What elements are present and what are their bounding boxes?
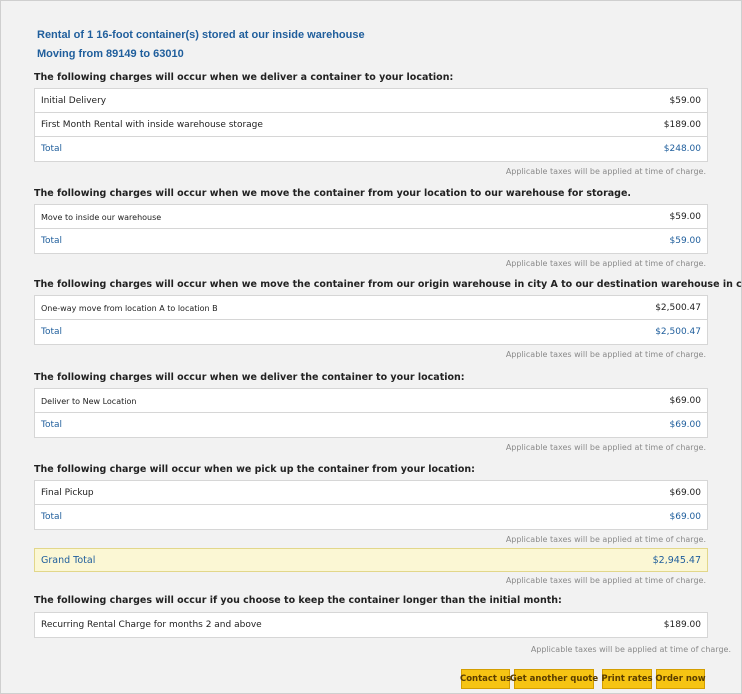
total-row: Total $59.00 — [35, 229, 707, 253]
charge-label: Deliver to New Location — [41, 397, 137, 406]
total-amount: $69.00 — [669, 512, 702, 522]
charge-amount: $59.00 — [669, 96, 702, 106]
total-label: Total — [41, 512, 63, 522]
charge-label: Move to inside our warehouse — [41, 213, 162, 222]
charge-label: Final Pickup — [41, 488, 94, 498]
total-label: Total — [41, 327, 63, 337]
section-5-charges: Final Pickup $69.00 Total $69.00 — [34, 480, 708, 530]
order-now-button[interactable]: Order now — [655, 669, 706, 689]
tax-note: Applicable taxes will be applied at time… — [505, 167, 706, 176]
charge-row: Final Pickup $69.00 — [35, 481, 707, 505]
charge-amount: $69.00 — [669, 488, 702, 498]
contact-us-button[interactable]: Contact us — [460, 669, 511, 689]
get-another-quote-button[interactable]: Get another quote — [510, 669, 598, 689]
charge-row: First Month Rental with inside warehouse… — [35, 113, 707, 137]
total-label: Total — [41, 236, 63, 246]
total-row: Total $69.00 — [35, 413, 707, 437]
charge-amount: $2,500.47 — [655, 303, 701, 313]
charge-amount: $59.00 — [669, 212, 702, 222]
charge-row: One-way move from location A to location… — [35, 296, 707, 320]
total-row: Total $248.00 — [35, 137, 707, 161]
section-3-intro: The following charges will occur when we… — [34, 279, 742, 290]
total-amount: $69.00 — [669, 420, 702, 430]
charge-row: Recurring Rental Charge for months 2 and… — [35, 613, 707, 637]
total-row: Total $69.00 — [35, 505, 707, 529]
tax-note: Applicable taxes will be applied at time… — [505, 443, 706, 452]
section-1-intro: The following charges will occur when we… — [34, 72, 454, 83]
charge-row: Initial Delivery $59.00 — [35, 89, 707, 113]
charge-label: First Month Rental with inside warehouse… — [41, 120, 263, 130]
charge-amount: $69.00 — [669, 396, 702, 406]
section-4-charges: Deliver to New Location $69.00 Total $69… — [34, 388, 708, 438]
quote-title: Rental of 1 16-foot container(s) stored … — [37, 29, 365, 41]
section-4-intro: The following charges will occur when we… — [34, 372, 465, 383]
recurring-intro: The following charges will occur if you … — [34, 595, 562, 606]
section-1-charges: Initial Delivery $59.00 First Month Rent… — [34, 88, 708, 162]
tax-note: Applicable taxes will be applied at time… — [505, 259, 706, 268]
charge-row: Deliver to New Location $69.00 — [35, 389, 707, 413]
section-5-intro: The following charge will occur when we … — [34, 464, 475, 475]
tax-note: Applicable taxes will be applied at time… — [505, 576, 706, 585]
total-label: Total — [41, 144, 63, 154]
recurring-charges: Recurring Rental Charge for months 2 and… — [34, 612, 708, 638]
charge-amount: $189.00 — [663, 620, 701, 630]
section-3-charges: One-way move from location A to location… — [34, 295, 708, 345]
charge-amount: $189.00 — [663, 120, 701, 130]
total-amount: $248.00 — [663, 144, 701, 154]
grand-total-amount: $2,945.47 — [652, 555, 701, 566]
section-2-intro: The following charges will occur when we… — [34, 188, 632, 199]
quote-panel: Rental of 1 16-foot container(s) stored … — [0, 0, 742, 694]
charge-label: One-way move from location A to location… — [41, 304, 218, 313]
charge-label: Initial Delivery — [41, 96, 107, 106]
tax-note: Applicable taxes will be applied at time… — [505, 535, 706, 544]
grand-total-label: Grand Total — [41, 555, 96, 566]
grand-total-row: Grand Total $2,945.47 — [34, 548, 708, 572]
charge-row: Move to inside our warehouse $59.00 — [35, 205, 707, 229]
total-label: Total — [41, 420, 63, 430]
print-rates-button[interactable]: Print rates — [601, 669, 653, 689]
tax-note: Applicable taxes will be applied at time… — [530, 645, 731, 654]
total-amount: $59.00 — [669, 236, 702, 246]
route-subtitle: Moving from 89149 to 63010 — [37, 48, 184, 60]
section-2-charges: Move to inside our warehouse $59.00 Tota… — [34, 204, 708, 254]
tax-note: Applicable taxes will be applied at time… — [505, 350, 706, 359]
total-amount: $2,500.47 — [655, 327, 701, 337]
charge-label: Recurring Rental Charge for months 2 and… — [41, 620, 262, 630]
total-row: Total $2,500.47 — [35, 320, 707, 344]
